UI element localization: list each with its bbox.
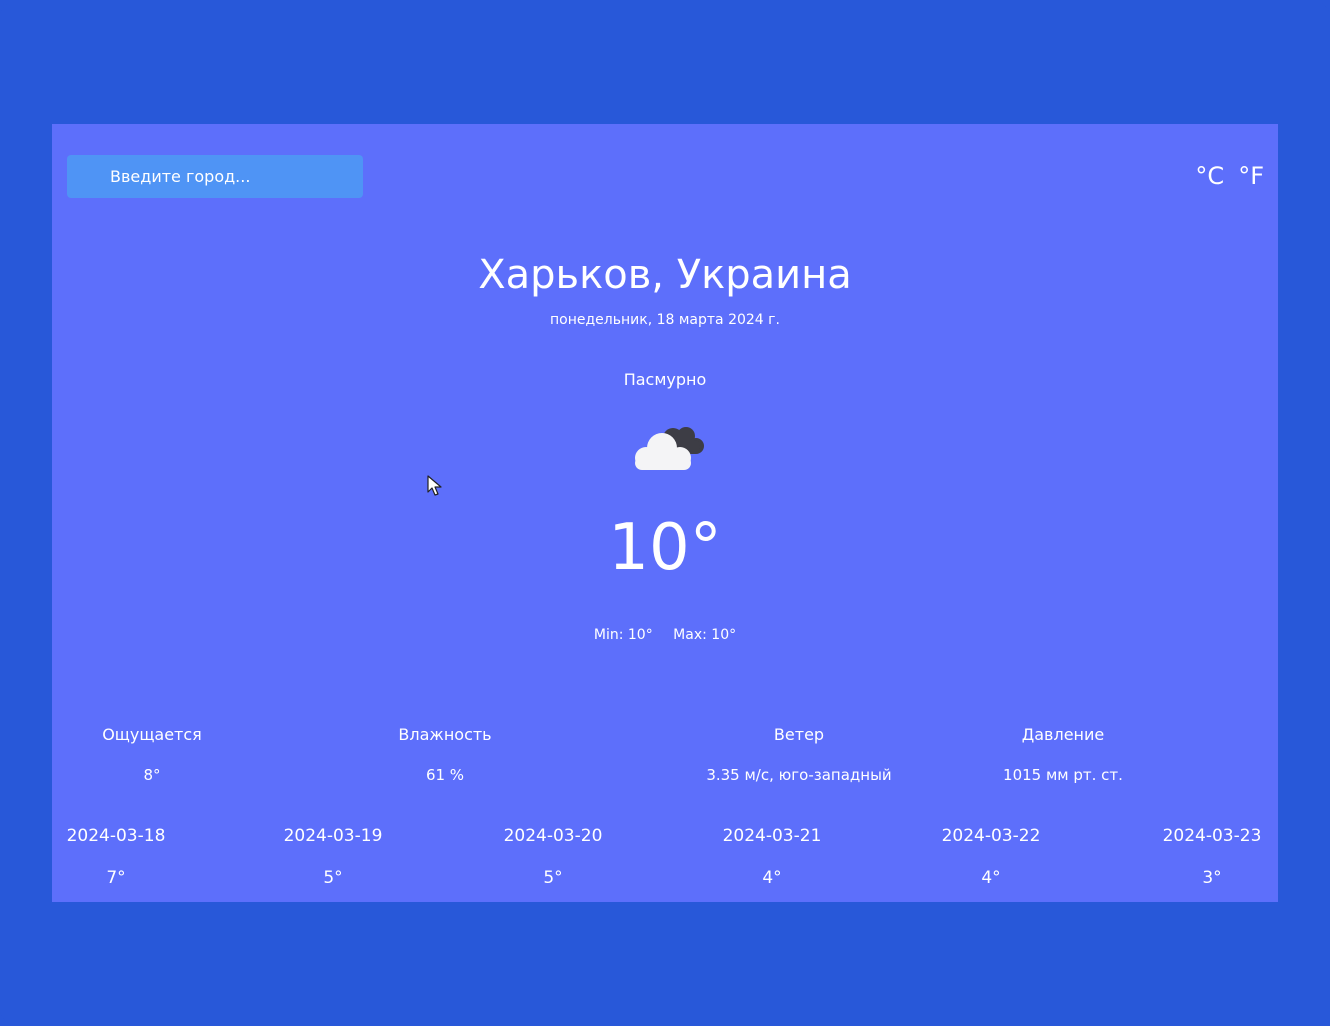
city-search-input[interactable] xyxy=(67,155,363,198)
celsius-toggle[interactable]: °C xyxy=(1195,162,1224,190)
feels-like-value: 8° xyxy=(143,766,161,784)
forecast-date: 2024-03-21 xyxy=(722,826,822,846)
wind-label: Ветер xyxy=(773,725,825,744)
feels-like-label: Ощущается xyxy=(102,725,202,744)
forecast-date: 2024-03-23 xyxy=(1162,826,1262,846)
current-date: понедельник, 18 марта 2024 г. xyxy=(550,312,780,328)
forecast-date: 2024-03-20 xyxy=(503,826,603,846)
pressure-value: 1015 мм рт. ст. xyxy=(1003,766,1123,784)
weather-condition: Пасмурно xyxy=(623,370,707,389)
feels-like-stat: Ощущается 8° xyxy=(72,725,232,784)
current-temperature: 10° xyxy=(608,511,722,585)
forecast-day: 2024-03-18 7° xyxy=(56,826,176,888)
forecast-day: 2024-03-23 3° xyxy=(1152,826,1272,888)
wind-stat: Ветер 3.35 м/с, юго-западный xyxy=(659,725,939,784)
forecast-temp: 5° xyxy=(543,868,563,888)
forecast-date: 2024-03-19 xyxy=(283,826,383,846)
min-max-temperature: Min: 10° Max: 10° xyxy=(52,627,1278,643)
mouse-pointer-icon xyxy=(427,475,442,496)
forecast-date: 2024-03-22 xyxy=(941,826,1041,846)
weather-app: °C °F Харьков, Украина понедельник, 18 м… xyxy=(52,124,1278,902)
min-temperature: Min: 10° xyxy=(593,627,653,643)
forecast-temp: 7° xyxy=(106,868,126,888)
forecast-temp: 4° xyxy=(981,868,1001,888)
forecast-temp: 3° xyxy=(1202,868,1222,888)
cloud-icon xyxy=(635,427,704,470)
forecast-day: 2024-03-20 5° xyxy=(493,826,613,888)
humidity-label: Влажность xyxy=(398,725,492,744)
forecast-temp: 4° xyxy=(762,868,782,888)
pressure-label: Давление xyxy=(1021,725,1105,744)
unit-toggle: °C °F xyxy=(1195,162,1264,190)
city-title: Харьков, Украина xyxy=(478,252,852,298)
fahrenheit-toggle[interactable]: °F xyxy=(1238,162,1264,190)
max-temperature: Max: 10° xyxy=(673,627,737,643)
forecast-temp: 5° xyxy=(323,868,343,888)
forecast-day: 2024-03-22 4° xyxy=(931,826,1051,888)
humidity-value: 61 % xyxy=(425,766,465,784)
wind-value: 3.35 м/с, юго-западный xyxy=(706,766,892,784)
humidity-stat: Влажность 61 % xyxy=(365,725,525,784)
pressure-stat: Давление 1015 мм рт. ст. xyxy=(963,725,1163,784)
forecast-day: 2024-03-21 4° xyxy=(712,826,832,888)
forecast-date: 2024-03-18 xyxy=(66,826,166,846)
forecast-day: 2024-03-19 5° xyxy=(273,826,393,888)
